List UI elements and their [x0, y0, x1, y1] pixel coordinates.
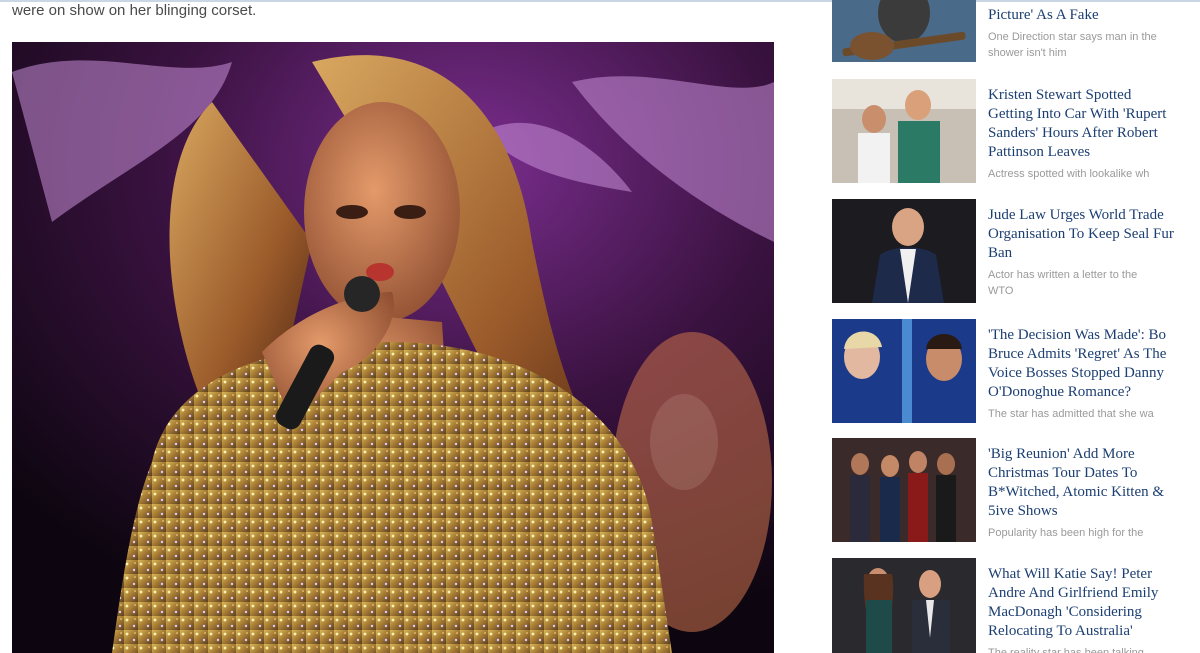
- related-story-item[interactable]: What Will Katie Say! Peter Andre And Gir…: [832, 558, 1200, 653]
- article-caption: were on show on her blinging corset.: [12, 2, 257, 19]
- related-stories-sidebar: Picture' As A Fake One Direction star sa…: [832, 0, 1200, 653]
- couple-photo-icon[interactable]: [832, 558, 976, 653]
- story-headline[interactable]: Picture' As A Fake: [988, 6, 1200, 25]
- story-headline[interactable]: 'Big Reunion' Add More Christmas Tour Da…: [988, 445, 1200, 521]
- related-story-item[interactable]: Kristen Stewart Spotted Getting Into Car…: [832, 79, 1200, 185]
- story-headline[interactable]: Jude Law Urges World Trade Organisation …: [988, 206, 1200, 263]
- man-in-suit-photo-icon[interactable]: [832, 199, 976, 303]
- related-story-item[interactable]: Jude Law Urges World Trade Organisation …: [832, 199, 1200, 305]
- story-summary: One Direction star says man in the showe…: [988, 31, 1157, 59]
- guitarist-photo-icon[interactable]: [832, 0, 976, 62]
- story-summary: The reality star has been talking: [988, 647, 1144, 653]
- related-story-item[interactable]: 'Big Reunion' Add More Christmas Tour Da…: [832, 438, 1200, 544]
- story-headline[interactable]: 'The Decision Was Made': Bo Bruce Admits…: [988, 326, 1200, 402]
- related-story-item[interactable]: 'The Decision Was Made': Bo Bruce Admits…: [832, 319, 1200, 425]
- story-summary: Actress spotted with lookalike wh: [988, 168, 1150, 180]
- story-summary: The star has admitted that she wa: [988, 408, 1154, 420]
- girl-group-photo-icon[interactable]: [832, 438, 976, 542]
- story-summary: Popularity has been high for the: [988, 527, 1144, 539]
- story-headline[interactable]: What Will Katie Say! Peter Andre And Gir…: [988, 565, 1200, 641]
- story-headline[interactable]: Kristen Stewart Spotted Getting Into Car…: [988, 86, 1200, 162]
- story-summary: Actor has written a letter to the WTO: [988, 269, 1138, 297]
- related-story-item[interactable]: Picture' As A Fake One Direction star sa…: [832, 0, 1200, 64]
- street-couple-photo-icon[interactable]: [832, 79, 976, 183]
- duet-singers-photo-icon[interactable]: [832, 319, 976, 423]
- main-article-photo[interactable]: [12, 42, 774, 653]
